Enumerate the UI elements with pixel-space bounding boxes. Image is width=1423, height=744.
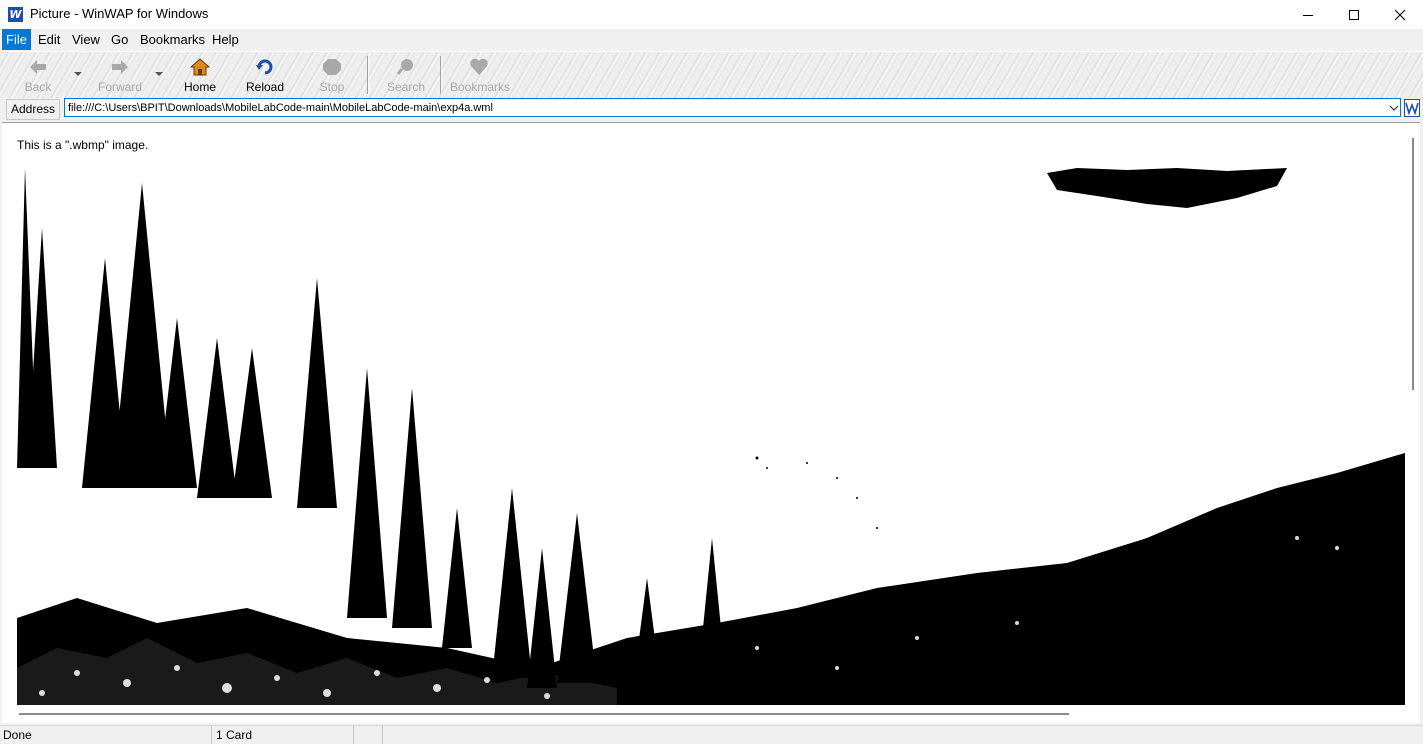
home-icon <box>190 58 210 76</box>
close-button[interactable] <box>1377 0 1423 29</box>
winwap-window: W Picture - WinWAP for Windows File Edit… <box>0 0 1423 744</box>
forward-button[interactable]: Forward <box>97 56 143 96</box>
window-title: Picture - WinWAP for Windows <box>30 6 209 21</box>
reload-label: Reload <box>245 80 285 94</box>
status-bar: Done 1 Card <box>0 725 1423 744</box>
toolbar-separator <box>440 56 442 94</box>
menu-file[interactable]: File <box>2 29 31 50</box>
status-panel <box>355 726 383 744</box>
status-text: Done <box>0 726 212 744</box>
maximize-button[interactable] <box>1331 0 1377 29</box>
address-input[interactable]: file:///C:\Users\BPIT\Downloads\MobileLa… <box>64 98 1401 117</box>
search-button[interactable]: Search <box>385 56 427 96</box>
search-icon <box>396 59 413 75</box>
home-button[interactable]: Home <box>180 56 220 96</box>
menu-edit[interactable]: Edit <box>34 29 64 50</box>
menu-go[interactable]: Go <box>107 29 132 50</box>
forward-label: Forward <box>97 80 142 94</box>
page-caption: This is a ".wbmp" image. <box>17 138 149 152</box>
page-content: This is a ".wbmp" image. <box>2 122 1420 723</box>
stop-icon <box>323 59 341 75</box>
horizontal-scrollbar[interactable] <box>19 713 1069 715</box>
close-icon <box>1394 9 1406 20</box>
bookmarks-label: Bookmarks <box>450 80 511 94</box>
stop-button[interactable]: Stop <box>314 56 350 96</box>
menu-view[interactable]: View <box>68 29 104 50</box>
bookmarks-button[interactable]: Bookmarks <box>450 56 511 96</box>
maximize-icon <box>1349 9 1359 20</box>
home-label: Home <box>183 80 216 94</box>
address-label: Address <box>6 99 60 120</box>
reload-button[interactable]: Reload <box>245 56 285 96</box>
back-label: Back <box>24 80 52 94</box>
title-bar: W Picture - WinWAP for Windows <box>0 0 1423 29</box>
address-dropdown-button[interactable] <box>1387 98 1401 117</box>
reload-icon <box>256 59 273 75</box>
minimize-button[interactable] <box>1285 0 1331 29</box>
status-card-count: 1 Card <box>213 726 354 744</box>
menu-help[interactable]: Help <box>208 29 243 50</box>
forward-arrow-icon <box>112 60 128 74</box>
stop-label: Stop <box>319 80 345 94</box>
winwap-logo-icon: W <box>8 7 23 22</box>
toolbar: Back Forward Home Reload Stop Search Boo… <box>0 51 1423 99</box>
back-arrow-icon <box>30 60 46 74</box>
search-label: Search <box>386 80 426 94</box>
menu-bookmarks[interactable]: Bookmarks <box>136 29 209 50</box>
menu-bar: File Edit View Go Bookmarks Help <box>0 29 1423 50</box>
go-icon[interactable] <box>1404 99 1420 117</box>
forward-history-dropdown[interactable] <box>155 72 163 76</box>
toolbar-separator <box>367 56 369 94</box>
heart-icon <box>470 58 488 75</box>
chevron-down-icon <box>1389 105 1399 111</box>
address-bar: Address file:///C:\Users\BPIT\Downloads\… <box>0 98 1423 120</box>
vertical-scrollbar[interactable] <box>1412 138 1414 390</box>
back-button[interactable]: Back <box>18 56 58 96</box>
back-history-dropdown[interactable] <box>74 72 82 76</box>
wbmp-picture <box>17 168 1405 705</box>
minimize-icon <box>1303 14 1313 16</box>
